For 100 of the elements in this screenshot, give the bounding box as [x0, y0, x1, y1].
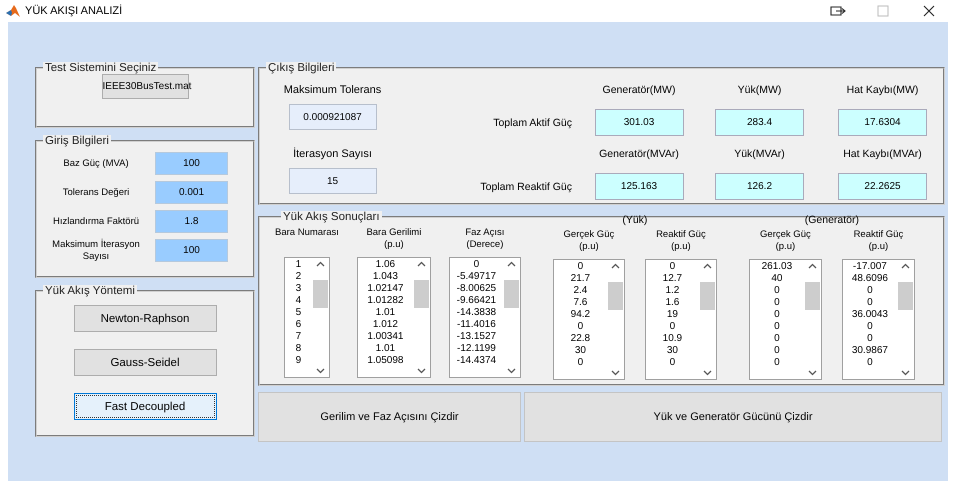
list-item[interactable]: 7: [296, 331, 302, 343]
list-item[interactable]: 5: [296, 307, 302, 319]
list-item[interactable]: 3: [296, 283, 302, 295]
list-item[interactable]: 1.02147: [367, 283, 404, 295]
list-item[interactable]: 2: [296, 271, 302, 283]
list-item[interactable]: -13.1527: [456, 331, 496, 343]
list-item[interactable]: 6: [296, 319, 302, 331]
list-item[interactable]: 1.043: [372, 271, 398, 283]
list-item[interactable]: 0: [474, 259, 480, 271]
panel-title: Test Sistemini Seçiniz: [43, 62, 158, 74]
list-item[interactable]: 2.4: [573, 285, 588, 297]
list-item[interactable]: 30: [574, 345, 586, 357]
scrollbar-thumb[interactable]: [414, 280, 429, 308]
column-header: Faz Açısı (Derece): [465, 227, 504, 252]
list-item[interactable]: 0: [774, 345, 780, 357]
list-item[interactable]: -17.007: [852, 261, 887, 273]
list-item[interactable]: 0: [578, 321, 584, 333]
input-field[interactable]: 100: [155, 152, 228, 175]
list-box[interactable]: -17.007 48.6096 0 0 36.0043 0 0 30.9867 0: [842, 259, 915, 380]
list-item[interactable]: -8.00625: [456, 283, 496, 295]
list-item[interactable]: 0: [670, 261, 676, 273]
list-item[interactable]: 1.6: [665, 297, 680, 309]
list-item[interactable]: 1.00341: [367, 331, 404, 343]
scrollbar-thumb[interactable]: [898, 282, 913, 310]
panel-title: Çıkış Bilgileri: [266, 62, 336, 74]
list-item[interactable]: 19: [666, 309, 678, 321]
scrollbar-thumb[interactable]: [312, 280, 328, 308]
list-item[interactable]: 10.9: [662, 333, 682, 345]
list-item[interactable]: 1: [296, 259, 302, 271]
list-box[interactable]: 261.03 40 0 0 0 0 0 0 0: [748, 259, 822, 380]
list-item[interactable]: 0: [578, 261, 584, 273]
panel-title: Yük Akış Yöntemi: [43, 285, 137, 297]
list-item[interactable]: -14.4374: [456, 355, 496, 367]
list-item[interactable]: 12.7: [662, 273, 682, 285]
list-item[interactable]: 1.01282: [367, 295, 404, 307]
list-item[interactable]: 40: [771, 273, 782, 285]
list-item[interactable]: -11.4016: [457, 319, 496, 331]
list-item[interactable]: 0: [774, 357, 780, 369]
list-item[interactable]: 0: [578, 357, 584, 369]
list-box[interactable]: 0 21.7 2.4 7.6 94.2 0 22.8 30 0: [552, 259, 625, 380]
list-item[interactable]: 1.2: [665, 285, 680, 297]
list-item[interactable]: 0: [867, 357, 873, 369]
list-item[interactable]: 30: [666, 345, 678, 357]
row-label: Toplam Aktif Güç: [492, 116, 573, 130]
list-item[interactable]: 1.012: [372, 319, 398, 331]
list-item[interactable]: -12.1199: [457, 343, 496, 355]
output-field: 22.2625: [838, 173, 927, 200]
method-button[interactable]: Fast Decoupled: [74, 393, 216, 420]
scrollbar-thumb[interactable]: [504, 280, 519, 308]
list-item[interactable]: 0: [867, 285, 873, 297]
list-item[interactable]: 9: [296, 355, 302, 367]
input-field[interactable]: 0.001: [155, 181, 228, 204]
scrollbar-thumb[interactable]: [608, 282, 623, 310]
list-item[interactable]: 0: [774, 333, 780, 345]
list-item[interactable]: 30.9867: [852, 345, 888, 357]
list-item[interactable]: 4: [296, 295, 302, 307]
app-logo-icon: [6, 4, 20, 18]
list-item[interactable]: 0: [670, 357, 676, 369]
row-label: Toplam Reaktif Güç: [479, 180, 573, 194]
column-header: Gerçek Güç (p.u): [760, 229, 811, 254]
list-item[interactable]: 1.06: [376, 259, 396, 271]
list-item[interactable]: 0: [774, 321, 780, 333]
output-field: 0.000921087: [288, 104, 376, 130]
scrollbar-thumb[interactable]: [804, 282, 820, 310]
output-field: 125.163: [594, 173, 684, 200]
column-header: Gerçek Güç (p.u): [564, 229, 614, 254]
input-field[interactable]: 100: [155, 239, 228, 262]
scrollbar-thumb[interactable]: [700, 282, 715, 310]
list-item[interactable]: 0: [867, 297, 873, 309]
list-box[interactable]: 0 -5.49717 -8.00625 -9.66421 -14.3838 -11.4016 -13.1527 -12.1199 -14.4374: [448, 257, 521, 378]
method-button[interactable]: Gauss-Seidel: [74, 349, 216, 376]
list-item[interactable]: 0: [774, 297, 780, 309]
list-item[interactable]: 261.03: [762, 261, 792, 273]
list-item[interactable]: 22.8: [570, 333, 590, 345]
list-item[interactable]: 8: [296, 343, 302, 355]
list-item[interactable]: -5.49717: [456, 271, 496, 283]
method-button[interactable]: Newton-Raphson: [74, 305, 216, 332]
list-item[interactable]: 36.0043: [852, 309, 888, 321]
plot-button[interactable]: Yük ve Generatör Gücünü Çizdir: [524, 392, 942, 442]
list-item[interactable]: 94.2: [570, 309, 590, 321]
list-item[interactable]: 0: [867, 321, 873, 333]
list-item[interactable]: 1.01: [376, 343, 396, 355]
list-item[interactable]: -9.66421: [456, 295, 496, 307]
list-item[interactable]: 0: [774, 285, 780, 297]
list-item[interactable]: 0: [670, 321, 676, 333]
output-field: 301.03: [594, 109, 684, 136]
list-box[interactable]: 1.06 1.043 1.02147 1.01282 1.01 1.012 1.00341 1.01 1.05098: [356, 257, 431, 378]
list-item[interactable]: 1.05098: [367, 355, 404, 367]
output-label: Maksimum Tolerans: [284, 84, 382, 98]
input-field[interactable]: 1.8: [155, 210, 228, 233]
list-item[interactable]: 0: [774, 309, 780, 321]
plot-button[interactable]: Gerilim ve Faz Açısını Çizdir: [258, 392, 521, 442]
list-item[interactable]: 1.01: [376, 307, 396, 319]
list-box[interactable]: 0 12.7 1.2 1.6 19 0 10.9 30 0: [644, 259, 717, 380]
list-box[interactable]: 1 2 3 4 5 6 7 8 9: [284, 257, 330, 378]
list-item[interactable]: 21.7: [570, 273, 590, 285]
list-item[interactable]: -14.3838: [456, 307, 496, 319]
list-item[interactable]: 48.6096: [852, 273, 888, 285]
list-item[interactable]: 0: [867, 333, 873, 345]
list-item[interactable]: 7.6: [573, 297, 588, 309]
